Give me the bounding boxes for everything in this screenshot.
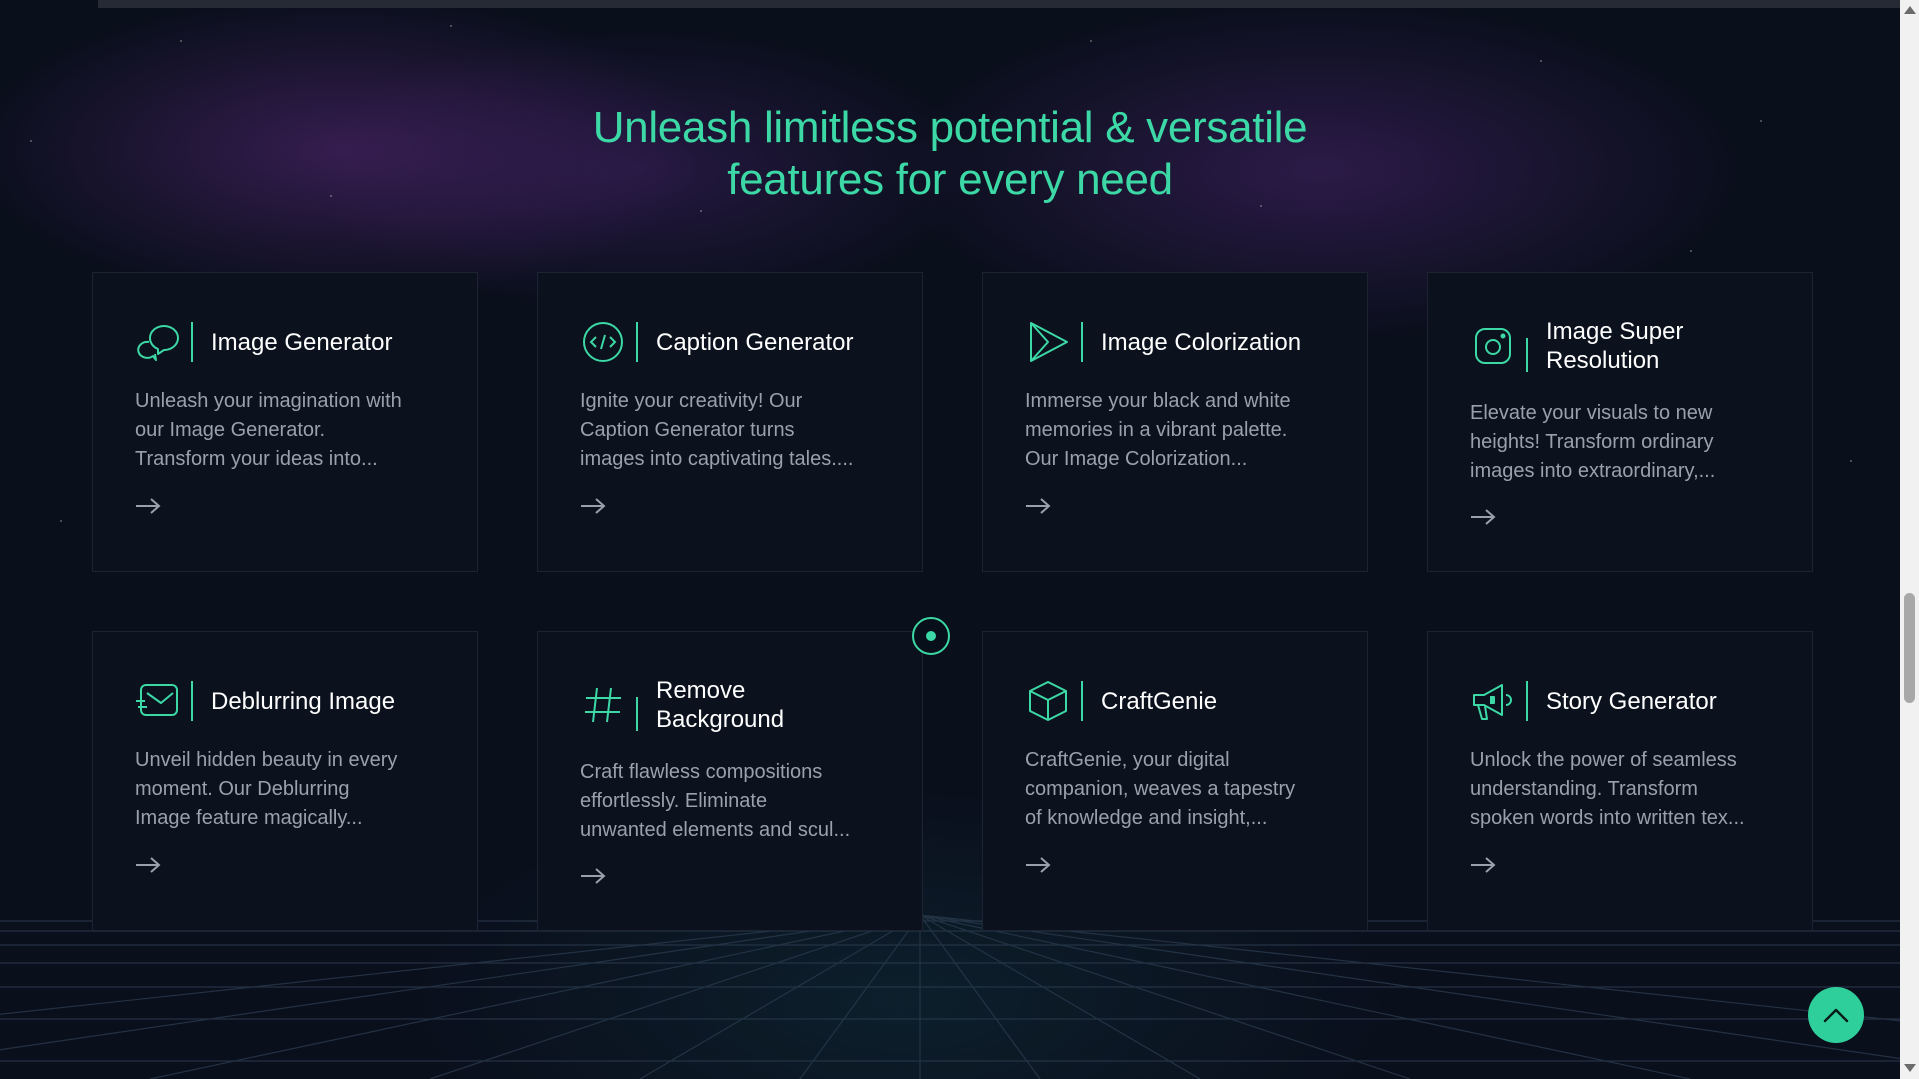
card-description-line: Unlock the power of seamless <box>1470 749 1737 771</box>
card-title: Image Super Resolution <box>1546 317 1696 375</box>
card-title: Image Generator <box>211 328 393 356</box>
card-title: Remove Background <box>656 676 806 734</box>
feature-card-story-generator[interactable]: Story Generator Unlock the power of seam… <box>1427 631 1813 931</box>
carousel-indicator-dot <box>926 631 936 641</box>
card-description: CraftGenie, your digital companion, weav… <box>1025 746 1345 833</box>
feature-card-craftgenie[interactable]: CraftGenie CraftGenie, your digital comp… <box>982 631 1368 931</box>
heading-line-1: Unleash limitless potential & versatile <box>592 103 1308 152</box>
arrow-right-icon[interactable] <box>580 866 606 886</box>
card-description-line: unwanted elements and scul... <box>580 819 851 841</box>
card-description-line: Immerse your black and white <box>1025 390 1291 412</box>
card-title-line: Image Super <box>1546 318 1684 345</box>
card-description-line: spoken words into written tex... <box>1470 807 1745 829</box>
card-description: Unveil hidden beauty in every moment. Ou… <box>135 746 455 833</box>
arrow-right-icon[interactable] <box>135 855 161 875</box>
card-title: Deblurring Image <box>211 687 396 715</box>
card-description-line: Image feature magically... <box>135 807 363 829</box>
card-description-line: Caption Generator turns <box>580 419 795 441</box>
scrollbar-thumb[interactable] <box>1904 593 1915 703</box>
card-description-line: images into extraordinary,... <box>1470 460 1716 482</box>
arrow-right-icon[interactable] <box>1470 855 1496 875</box>
feature-card-caption-generator[interactable]: Caption Generator Ignite your creativity… <box>537 272 923 572</box>
arrow-right-icon[interactable] <box>1025 496 1051 516</box>
chevron-up-icon <box>1823 1008 1849 1023</box>
back-to-top-button[interactable] <box>1808 987 1864 1043</box>
card-description-line: Craft flawless compositions <box>580 761 823 783</box>
chat-bubbles-icon <box>135 319 181 365</box>
card-title: Image Colorization <box>1101 328 1302 356</box>
card-description: Craft flawless compositions effortlessly… <box>580 758 900 845</box>
scroll-up-arrow-icon[interactable] <box>1904 6 1916 14</box>
feature-card-image-colorization[interactable]: Image Colorization Immerse your black an… <box>982 272 1368 572</box>
card-divider <box>636 322 638 362</box>
card-divider <box>1526 338 1528 372</box>
card-title: Story Generator <box>1546 687 1717 715</box>
megaphone-icon <box>1470 678 1516 724</box>
camera-icon <box>1470 323 1516 369</box>
card-description-line: moment. Our Deblurring <box>135 778 350 800</box>
top-bar <box>98 0 1900 8</box>
card-title-line: Resolution <box>1546 347 1660 374</box>
feature-card-remove-background[interactable]: Remove Background Craft flawless composi… <box>537 631 923 931</box>
perspective-grid <box>0 915 1900 1079</box>
card-description-line: Ignite your creativity! Our <box>580 390 803 412</box>
card-description-line: Transform your ideas into... <box>135 448 378 470</box>
card-divider <box>191 322 193 362</box>
feature-card-deblurring-image[interactable]: Deblurring Image Unveil hidden beauty in… <box>92 631 478 931</box>
card-description-line: Our Image Colorization... <box>1025 448 1248 470</box>
card-title: CraftGenie <box>1101 687 1218 715</box>
card-description-line: Unleash your imagination with <box>135 390 402 412</box>
card-divider <box>191 681 193 721</box>
card-description-line: CraftGenie, your digital <box>1025 749 1230 771</box>
card-description: Immerse your black and white memories in… <box>1025 387 1345 474</box>
card-title-line: Background <box>656 706 785 733</box>
code-circle-icon <box>580 319 626 365</box>
hashtag-icon <box>580 682 626 728</box>
card-divider <box>1081 322 1083 362</box>
card-description-line: Elevate your visuals to new <box>1470 402 1713 424</box>
scroll-down-arrow-icon[interactable] <box>1904 1064 1916 1072</box>
arrow-right-icon[interactable] <box>135 496 161 516</box>
arrow-right-icon[interactable] <box>1470 507 1496 527</box>
arrow-right-icon[interactable] <box>580 496 606 516</box>
play-triangle-icon <box>1025 319 1071 365</box>
card-description-line: of knowledge and insight,... <box>1025 807 1268 829</box>
card-description-line: companion, weaves a tapestry <box>1025 778 1296 800</box>
card-description-line: memories in a vibrant palette. <box>1025 419 1288 441</box>
feature-card-image-super-resolution[interactable]: Image Super Resolution Elevate your visu… <box>1427 272 1813 572</box>
card-description-line: understanding. Transform <box>1470 778 1698 800</box>
heading-line-2: features for every need <box>727 155 1173 204</box>
arrow-right-icon[interactable] <box>1025 855 1051 875</box>
carousel-indicator[interactable] <box>912 617 950 655</box>
card-description: Ignite your creativity! Our Caption Gene… <box>580 387 900 474</box>
fast-mail-icon <box>135 678 181 724</box>
card-description-line: Unveil hidden beauty in every <box>135 749 398 771</box>
feature-card-image-generator[interactable]: Image Generator Unleash your imagination… <box>92 272 478 572</box>
scrollbar[interactable] <box>1900 0 1919 1079</box>
card-divider <box>636 697 638 731</box>
section-heading: Unleash limitless potential & versatile … <box>0 102 1900 206</box>
card-title-line: Remove <box>656 677 746 704</box>
card-description: Elevate your visuals to new heights! Tra… <box>1470 399 1790 486</box>
card-divider <box>1526 681 1528 721</box>
cube-icon <box>1025 678 1071 724</box>
card-description: Unleash your imagination with our Image … <box>135 387 455 474</box>
card-divider <box>1081 681 1083 721</box>
card-description-line: images into captivating tales.... <box>580 448 854 470</box>
card-description-line: effortlessly. Eliminate <box>580 790 768 812</box>
card-description-line: heights! Transform ordinary <box>1470 431 1714 453</box>
card-description: Unlock the power of seamless understandi… <box>1470 746 1790 833</box>
card-title: Caption Generator <box>656 328 854 356</box>
card-description-line: our Image Generator. <box>135 419 326 441</box>
